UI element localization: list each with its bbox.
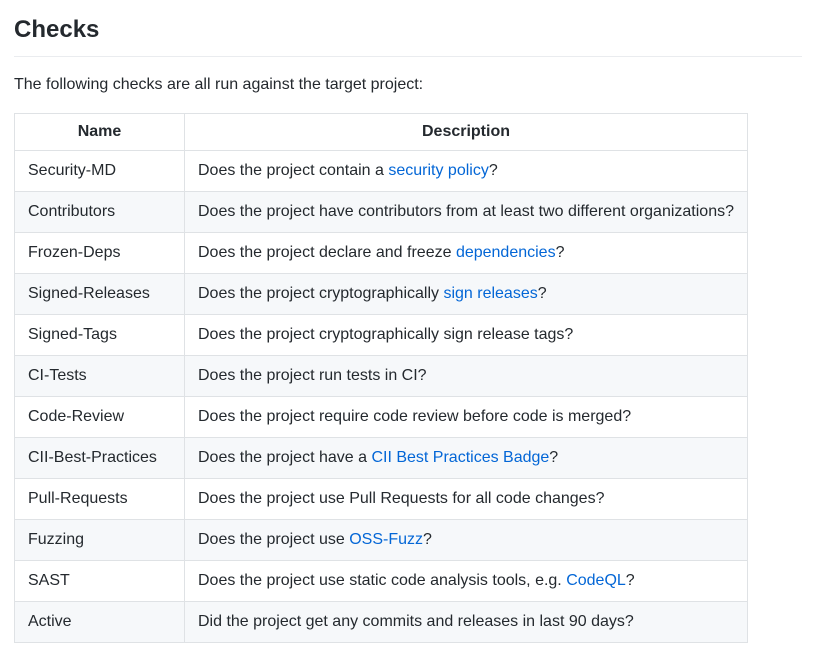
- checks-table: Name Description Security-MDDoes the pro…: [14, 113, 802, 643]
- check-name: Code-Review: [15, 397, 185, 438]
- table-row: CI-TestsDoes the project run tests in CI…: [15, 356, 748, 397]
- check-description: Does the project use Pull Requests for a…: [185, 479, 748, 520]
- check-description: Does the project require code review bef…: [185, 397, 748, 438]
- check-description: Does the project use static code analysi…: [185, 561, 748, 602]
- table-row: Signed-ReleasesDoes the project cryptogr…: [15, 274, 748, 315]
- table-row: SASTDoes the project use static code ana…: [15, 561, 748, 602]
- check-description: Does the project declare and freeze depe…: [185, 233, 748, 274]
- check-description: Does the project run tests in CI?: [185, 356, 748, 397]
- check-name: CI-Tests: [15, 356, 185, 397]
- check-name: CII-Best-Practices: [15, 438, 185, 479]
- check-name: Contributors: [15, 192, 185, 233]
- check-description: Does the project use OSS-Fuzz?: [185, 520, 748, 561]
- description-link[interactable]: security policy: [388, 162, 488, 179]
- table-header-row: Name Description: [15, 114, 748, 151]
- check-name: Frozen-Deps: [15, 233, 185, 274]
- check-name: Fuzzing: [15, 520, 185, 561]
- table-row: FuzzingDoes the project use OSS-Fuzz?: [15, 520, 748, 561]
- check-name: SAST: [15, 561, 185, 602]
- check-description: Does the project have a CII Best Practic…: [185, 438, 748, 479]
- table-row: Code-ReviewDoes the project require code…: [15, 397, 748, 438]
- check-name: Pull-Requests: [15, 479, 185, 520]
- check-name: Active: [15, 602, 185, 643]
- description-link[interactable]: CodeQL: [566, 572, 626, 589]
- header-description: Description: [185, 114, 748, 151]
- check-description: Does the project contain a security poli…: [185, 151, 748, 192]
- table-row: CII-Best-PracticesDoes the project have …: [15, 438, 748, 479]
- header-name: Name: [15, 114, 185, 151]
- description-link[interactable]: OSS-Fuzz: [349, 531, 423, 548]
- check-name: Signed-Releases: [15, 274, 185, 315]
- check-description: Does the project cryptographically sign …: [185, 315, 748, 356]
- table-row: Frozen-DepsDoes the project declare and …: [15, 233, 748, 274]
- check-description: Did the project get any commits and rele…: [185, 602, 748, 643]
- check-name: Signed-Tags: [15, 315, 185, 356]
- table-row: ContributorsDoes the project have contri…: [15, 192, 748, 233]
- table-row: ActiveDid the project get any commits an…: [15, 602, 748, 643]
- description-link[interactable]: sign releases: [443, 285, 537, 302]
- table-row: Pull-RequestsDoes the project use Pull R…: [15, 479, 748, 520]
- check-description: Does the project have contributors from …: [185, 192, 748, 233]
- table-row: Security-MDDoes the project contain a se…: [15, 151, 748, 192]
- intro-text: The following checks are all run against…: [14, 73, 802, 97]
- description-link[interactable]: CII Best Practices Badge: [371, 449, 549, 466]
- description-link[interactable]: dependencies: [456, 244, 556, 261]
- check-name: Security-MD: [15, 151, 185, 192]
- table-row: Signed-TagsDoes the project cryptographi…: [15, 315, 748, 356]
- check-description: Does the project cryptographically sign …: [185, 274, 748, 315]
- section-heading: Checks: [14, 12, 802, 57]
